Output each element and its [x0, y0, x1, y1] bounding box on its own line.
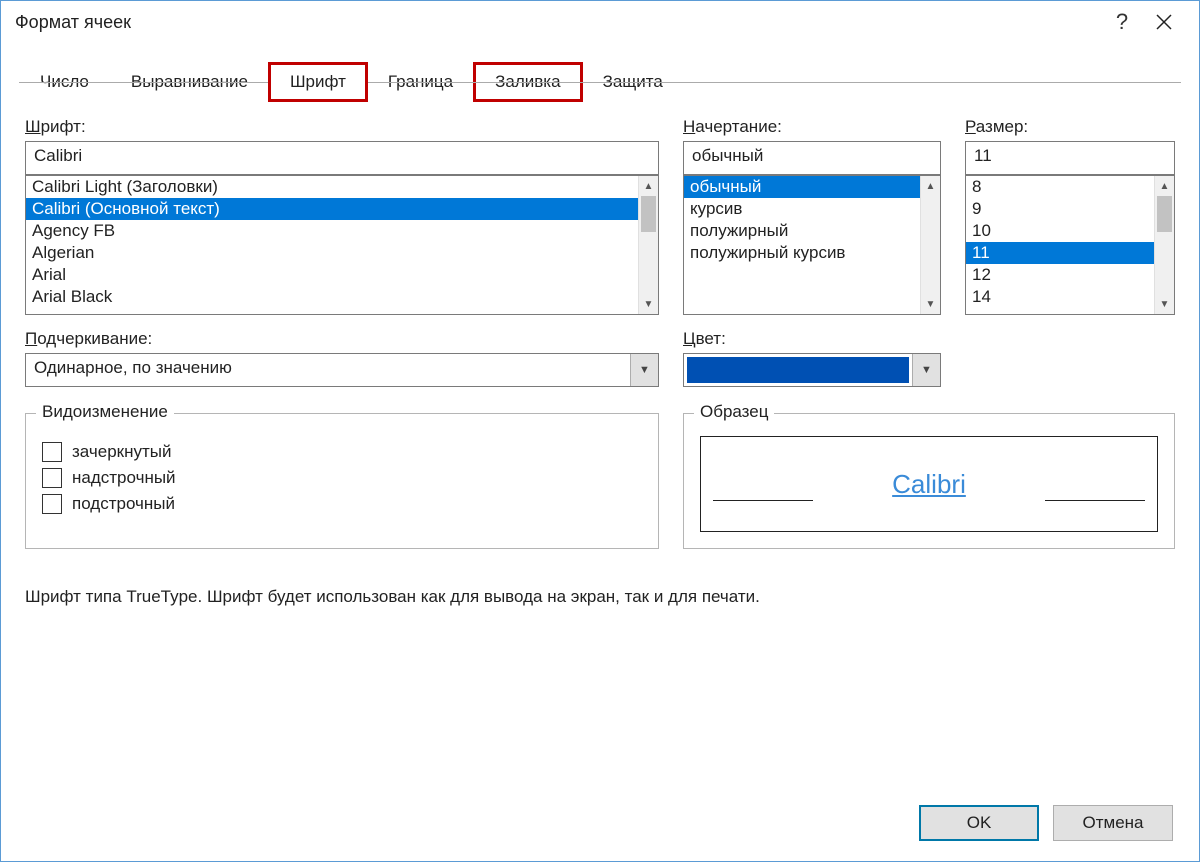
scroll-up-icon[interactable]: ▲	[1155, 176, 1174, 196]
style-label: Начертание:	[683, 117, 941, 137]
checkbox-icon	[42, 442, 62, 462]
list-item[interactable]: Agency FB	[26, 220, 638, 242]
list-item[interactable]: 14	[966, 286, 1154, 308]
list-item[interactable]: 12	[966, 264, 1154, 286]
underline-label: Подчеркивание:	[25, 329, 659, 349]
scrollbar[interactable]: ▲ ▼	[1154, 176, 1174, 314]
list-item[interactable]: Calibri (Основной текст)	[26, 198, 638, 220]
font-input[interactable]: Calibri	[25, 141, 659, 175]
scrollbar[interactable]: ▲ ▼	[638, 176, 658, 314]
dialog-title: Формат ячеек	[15, 12, 131, 33]
scroll-up-icon[interactable]: ▲	[921, 176, 940, 196]
font-listbox[interactable]: Calibri Light (Заголовки) Calibri (Основ…	[25, 175, 659, 315]
size-input[interactable]: 11	[965, 141, 1175, 175]
scroll-down-icon[interactable]: ▼	[639, 294, 658, 314]
scroll-down-icon[interactable]: ▼	[921, 294, 940, 314]
tab-font[interactable]: Шрифт	[269, 63, 367, 101]
help-button[interactable]: ?	[1101, 1, 1143, 43]
color-label: Цвет:	[683, 329, 941, 349]
checkbox-icon	[42, 494, 62, 514]
size-listbox[interactable]: 8 9 10 11 12 14 ▲ ▼	[965, 175, 1175, 315]
size-label: Размер:	[965, 117, 1175, 137]
color-dropdown[interactable]: ▼	[683, 353, 941, 387]
list-item[interactable]: обычный	[684, 176, 920, 198]
list-item[interactable]: полужирный курсив	[684, 242, 920, 264]
preview-text: Calibri	[892, 469, 966, 500]
format-cells-dialog: Формат ячеек ? Число Выравнивание Шрифт …	[0, 0, 1200, 862]
checkbox-label: зачеркнутый	[72, 442, 171, 462]
preview-legend: Образец	[694, 402, 774, 422]
scroll-up-icon[interactable]: ▲	[639, 176, 658, 196]
effects-group: Видоизменение зачеркнутый надстрочный по…	[25, 413, 659, 549]
font-label: Шрифт:	[25, 117, 659, 137]
checkbox-superscript[interactable]: надстрочный	[42, 468, 642, 488]
cancel-button[interactable]: Отмена	[1053, 805, 1173, 841]
chevron-down-icon[interactable]: ▼	[630, 354, 658, 386]
checkbox-label: подстрочный	[72, 494, 175, 514]
chevron-down-icon[interactable]: ▼	[912, 354, 940, 386]
font-hint: Шрифт типа TrueType. Шрифт будет использ…	[25, 587, 1175, 607]
underline-dropdown[interactable]: Одинарное, по значению ▼	[25, 353, 659, 387]
scrollbar[interactable]: ▲ ▼	[920, 176, 940, 314]
dialog-body: Шрифт: Calibri Calibri Light (Заголовки)…	[1, 101, 1199, 787]
style-listbox[interactable]: обычный курсив полужирный полужирный кур…	[683, 175, 941, 315]
effects-legend: Видоизменение	[36, 402, 174, 422]
list-item[interactable]: 8	[966, 176, 1154, 198]
list-item[interactable]: Calibri Light (Заголовки)	[26, 176, 638, 198]
list-item[interactable]: курсив	[684, 198, 920, 220]
list-item[interactable]: 9	[966, 198, 1154, 220]
tab-strip: Число Выравнивание Шрифт Граница Заливка…	[1, 43, 1199, 101]
checkbox-strikethrough[interactable]: зачеркнутый	[42, 442, 642, 462]
list-item[interactable]: 11	[966, 242, 1154, 264]
style-input[interactable]: обычный	[683, 141, 941, 175]
underline-value: Одинарное, по значению	[26, 354, 630, 386]
checkbox-icon	[42, 468, 62, 488]
ok-button[interactable]: OK	[919, 805, 1039, 841]
preview-group: Образец Calibri	[683, 413, 1175, 549]
list-item[interactable]: Arial Black	[26, 286, 638, 308]
list-item[interactable]: 10	[966, 220, 1154, 242]
scroll-down-icon[interactable]: ▼	[1155, 294, 1174, 314]
titlebar: Формат ячеек ?	[1, 1, 1199, 43]
preview-box: Calibri	[700, 436, 1158, 532]
list-item[interactable]: полужирный	[684, 220, 920, 242]
list-item[interactable]: Arial	[26, 264, 638, 286]
list-item[interactable]: Algerian	[26, 242, 638, 264]
checkbox-label: надстрочный	[72, 468, 176, 488]
checkbox-subscript[interactable]: подстрочный	[42, 494, 642, 514]
color-swatch	[687, 357, 909, 383]
close-button[interactable]	[1143, 1, 1185, 43]
dialog-footer: OK Отмена	[1, 787, 1199, 861]
close-icon	[1156, 14, 1172, 30]
